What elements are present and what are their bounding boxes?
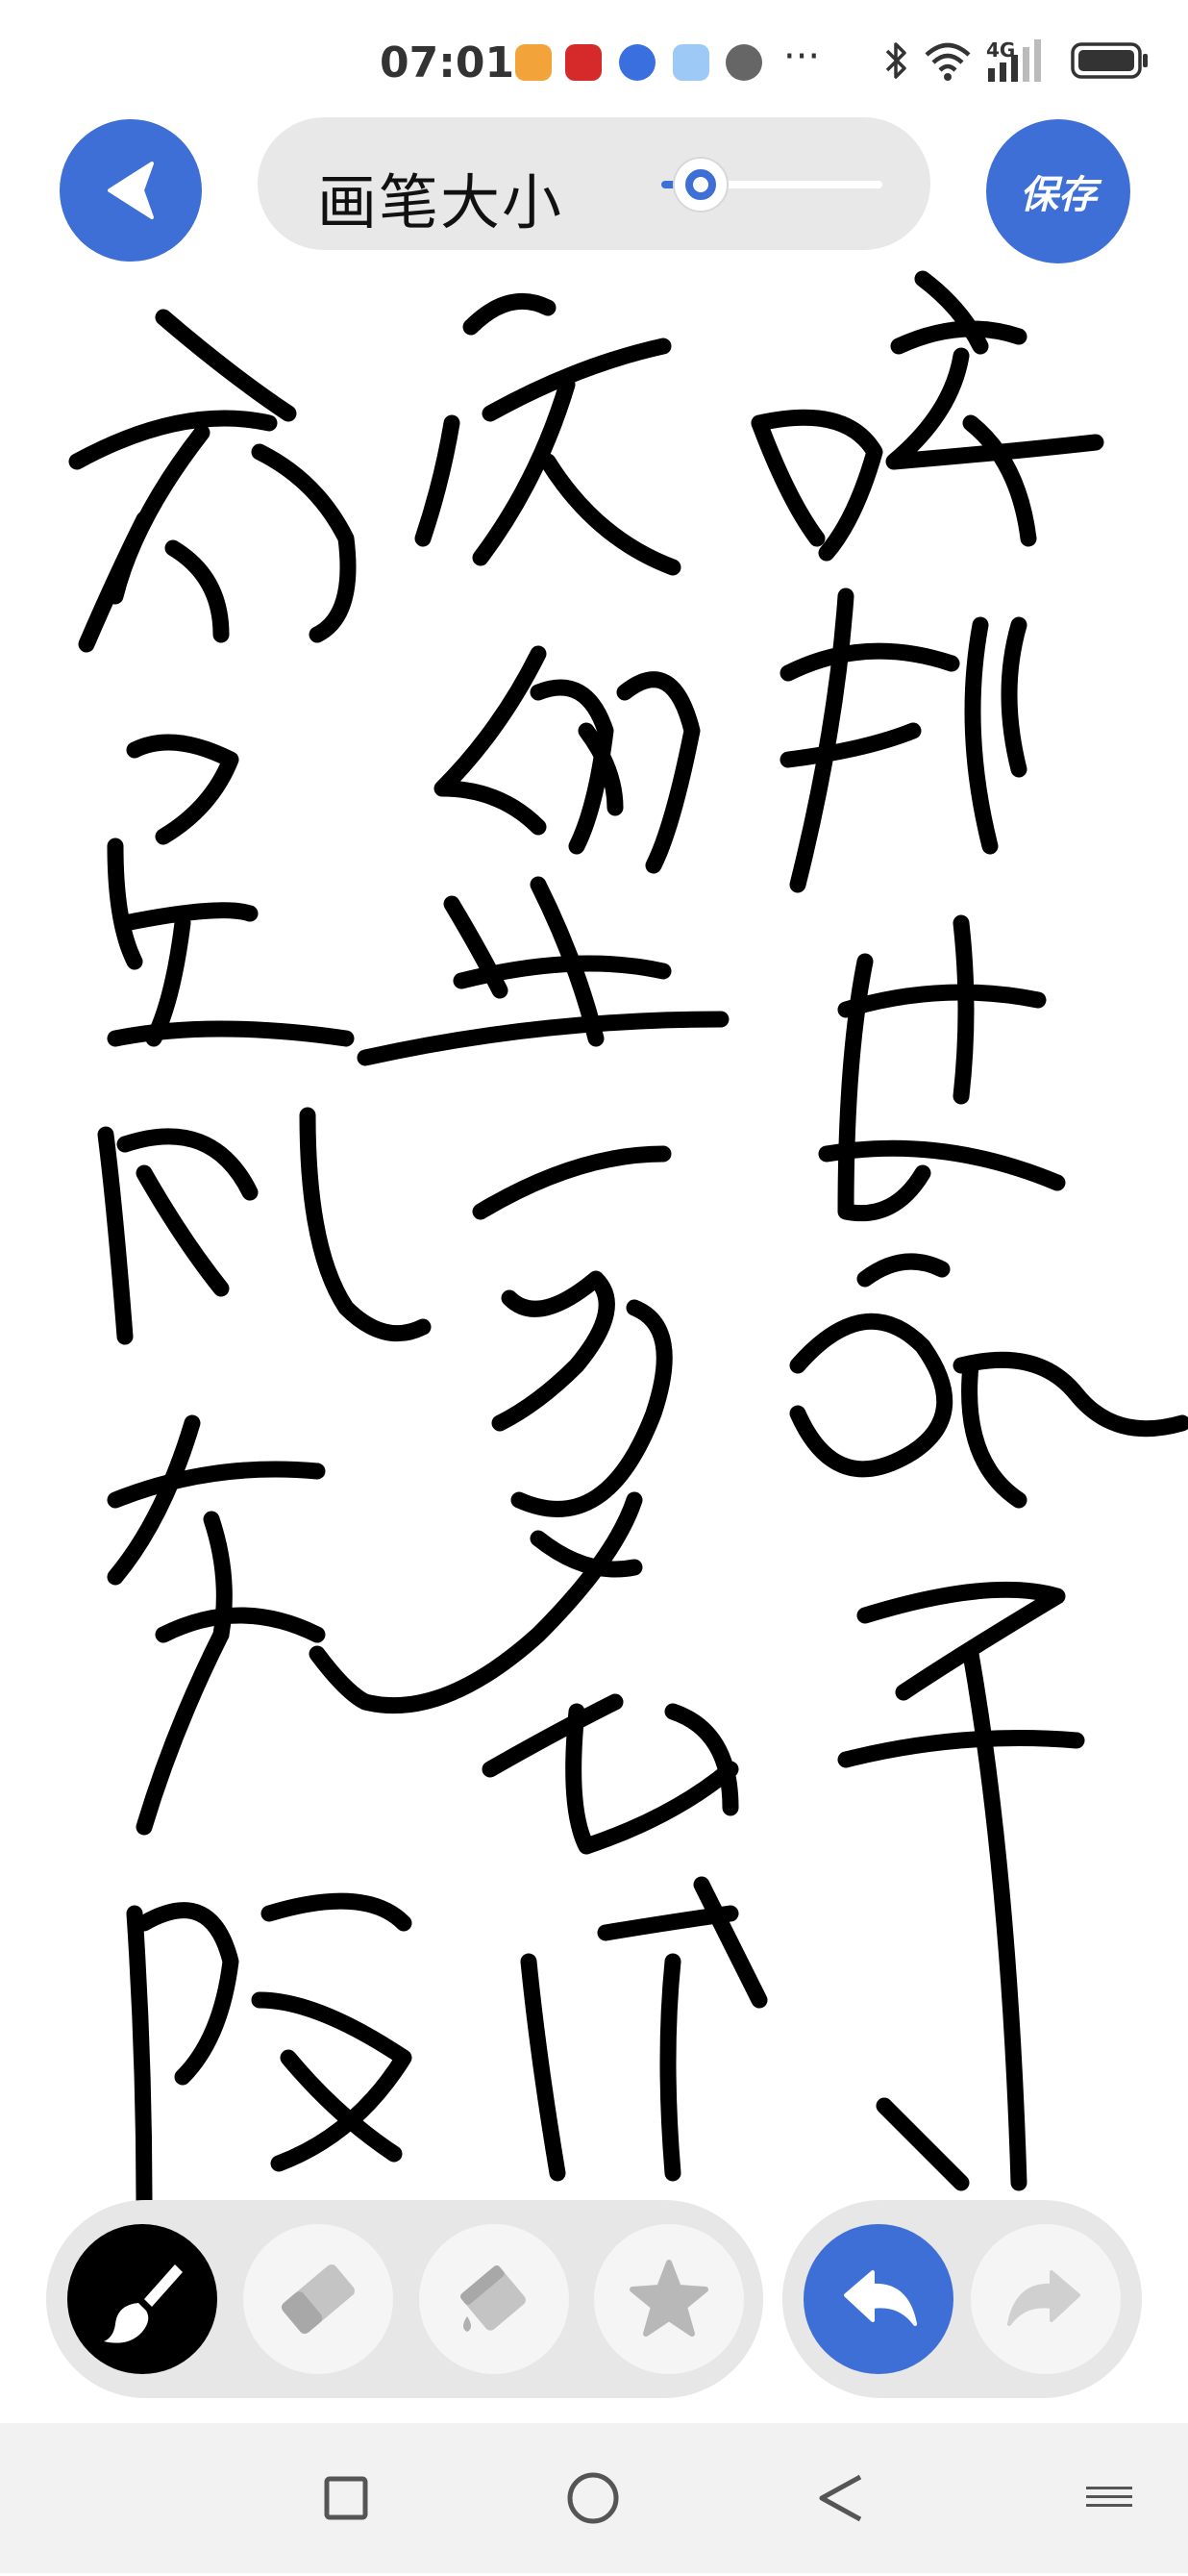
fill-tool-button[interactable] <box>419 2224 569 2374</box>
notification-app-icon <box>673 44 709 81</box>
redo-icon <box>1007 2270 1080 2326</box>
notification-app-icon <box>726 44 762 81</box>
brush-size-panel: 画笔大小 <box>258 117 930 250</box>
notification-app-icon <box>565 44 602 81</box>
undo-icon <box>844 2270 917 2326</box>
nav-bar-menu-icon <box>1086 2487 1132 2510</box>
back-nav-button[interactable] <box>783 2423 899 2573</box>
recents-button[interactable] <box>288 2423 404 2573</box>
battery-icon <box>1071 42 1148 79</box>
sticker-tool-button[interactable] <box>594 2224 744 2374</box>
history-tools-group <box>782 2200 1142 2398</box>
undo-button[interactable] <box>804 2224 953 2374</box>
brush-size-slider-thumb[interactable] <box>673 157 730 213</box>
more-notifications-icon: ··· <box>783 35 821 79</box>
drawing-tools-group <box>46 2200 763 2398</box>
brush-icon <box>104 2264 183 2343</box>
status-bar: 07:01 ··· 4G <box>0 0 1188 125</box>
brush-size-label: 画笔大小 <box>317 167 564 238</box>
save-button[interactable]: 保存 <box>986 119 1130 263</box>
back-button[interactable] <box>60 119 202 262</box>
home-circle-icon <box>567 2472 619 2524</box>
notification-app-icon <box>515 44 552 81</box>
brush-tool-button[interactable] <box>67 2224 217 2374</box>
bluetooth-icon <box>885 42 906 79</box>
notification-app-icon <box>619 44 656 81</box>
star-icon <box>630 2260 708 2337</box>
drawing-canvas[interactable] <box>0 269 1188 2211</box>
system-navigation-bar <box>0 2423 1188 2573</box>
signal-icon: 4G <box>986 38 1041 82</box>
status-time: 07:01 <box>380 38 515 88</box>
redo-button[interactable] <box>971 2224 1121 2374</box>
paint-bucket-icon <box>460 2265 526 2332</box>
wifi-icon <box>925 42 971 81</box>
eraser-tool-button[interactable] <box>243 2224 393 2374</box>
back-arrow-icon <box>108 162 154 219</box>
home-button[interactable] <box>535 2423 651 2573</box>
network-type: 4G <box>986 38 1015 62</box>
recents-square-icon <box>324 2476 368 2520</box>
back-triangle-icon <box>819 2474 862 2522</box>
eraser-icon <box>282 2263 355 2335</box>
handwriting-strokes <box>68 270 1188 2211</box>
brush-size-slider[interactable] <box>661 157 882 213</box>
